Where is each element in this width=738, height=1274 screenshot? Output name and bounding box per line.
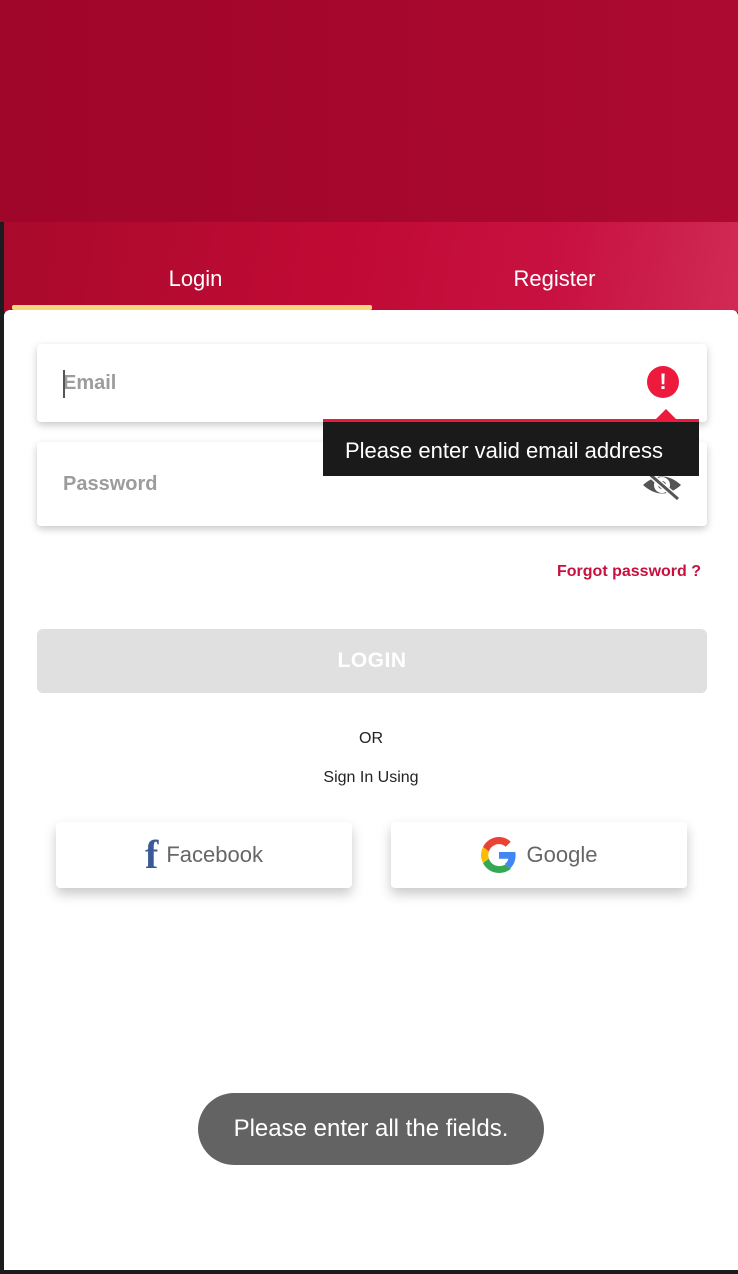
google-label: Google [526,842,598,867]
toast-message: Please enter all the fields. [198,1093,544,1165]
tab-login[interactable]: Login [12,266,379,292]
email-field-container: ! [37,344,707,422]
email-error-tooltip: Please enter valid email address [323,419,699,476]
facebook-label: Facebook [166,842,263,867]
login-form-card: ! Please enter valid email address Forgo… [4,310,738,1270]
tab-register[interactable]: Register [371,266,738,292]
google-icon [480,837,516,873]
login-button[interactable]: LOGIN [37,629,707,693]
text-cursor [63,370,65,398]
email-input[interactable] [63,344,623,422]
auth-tab-bar: Login Register [4,222,738,312]
or-divider: OR [359,730,383,747]
forgot-password-link[interactable]: Forgot password ? [557,563,701,581]
facebook-icon: f [145,832,159,877]
header-banner [0,0,738,222]
error-tooltip-arrow [656,409,676,419]
error-icon[interactable]: ! [647,366,679,398]
sign-in-using-label: Sign In Using [323,769,419,786]
facebook-login-button[interactable]: f Facebook [56,822,352,888]
google-login-button[interactable]: Google [391,822,687,888]
